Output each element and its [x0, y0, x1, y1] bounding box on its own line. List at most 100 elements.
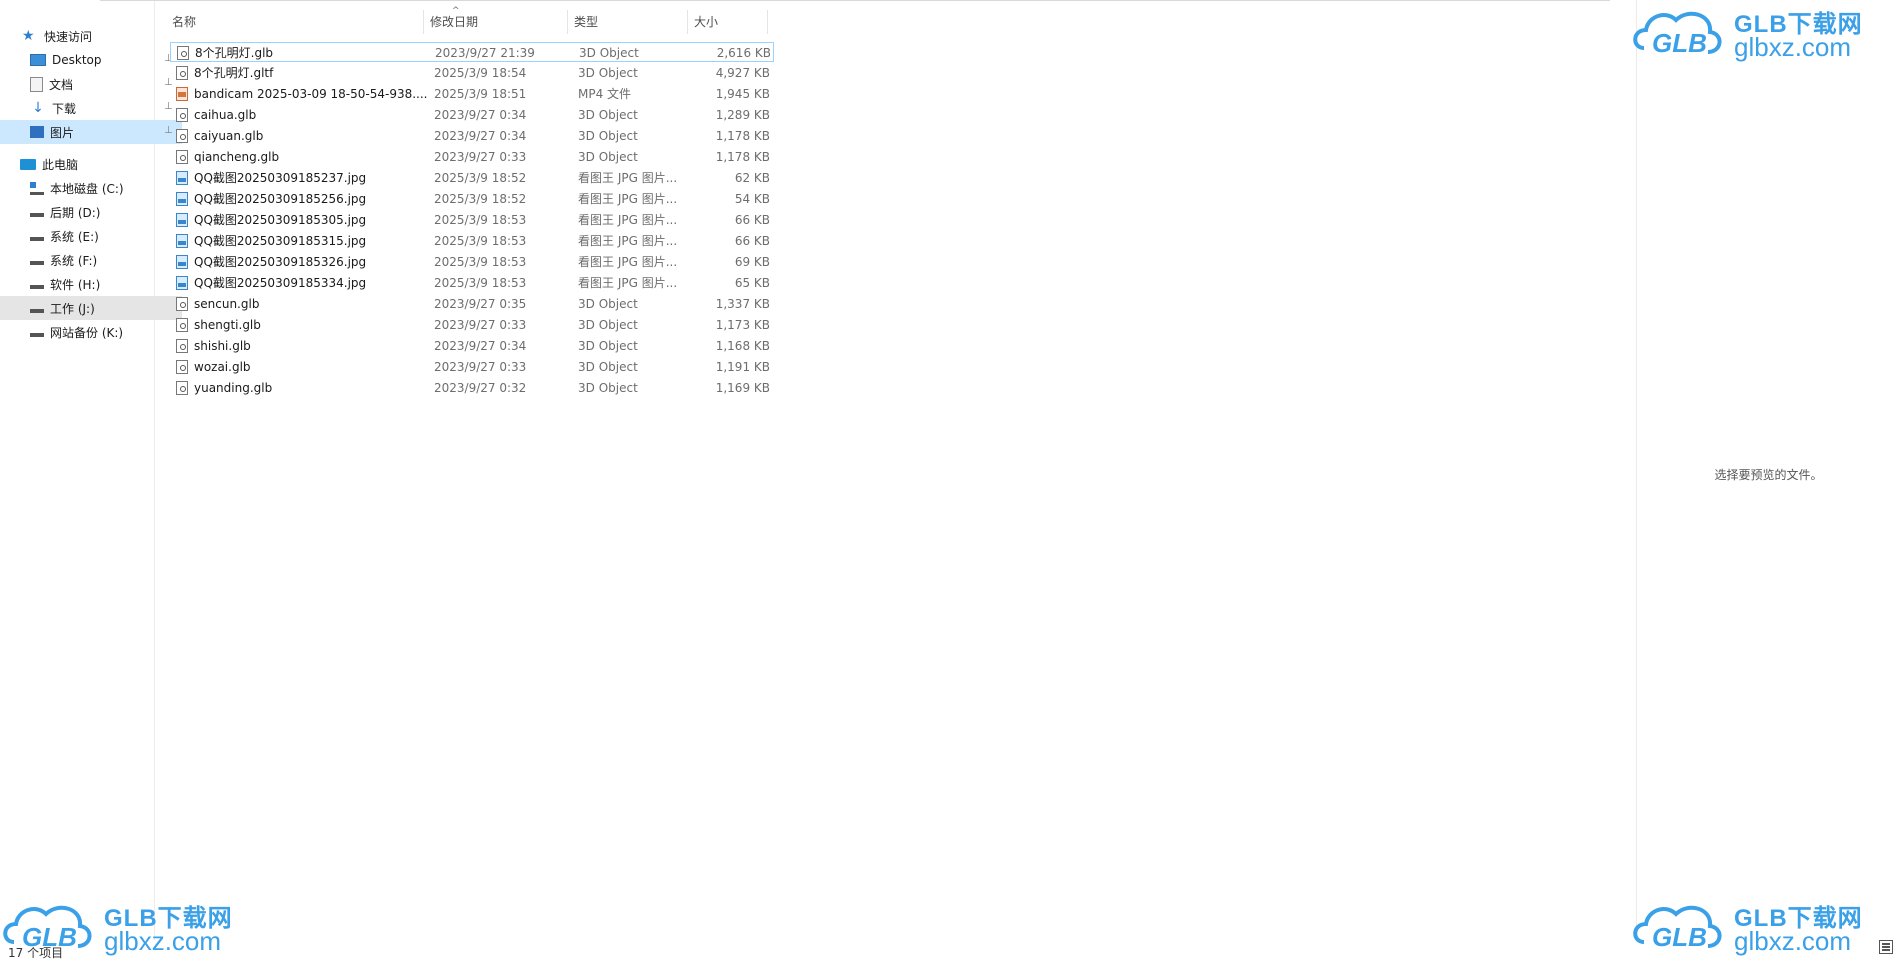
file-date: 2025/3/9 18:53: [434, 255, 527, 269]
jpg-file-icon: [176, 276, 188, 290]
column-header-name[interactable]: 名称: [166, 10, 424, 34]
file-row[interactable]: QQ截图20250309185237.jpg 2025/3/9 18:52 看图王 …: [170, 168, 774, 188]
file-name: QQ截图20250309185334.jpg: [194, 276, 367, 290]
file-type: 3D Object: [578, 297, 638, 311]
file-type: 3D Object: [578, 381, 638, 395]
jpg-file-icon: [176, 255, 188, 269]
file-size: 1,168 KB: [715, 339, 770, 353]
file-size: 1,178 KB: [715, 150, 770, 164]
nav-item-label: 文档: [49, 77, 74, 92]
nav-item-label: 网站备份 (K:): [50, 325, 124, 340]
file-type: 看图王 JPG 图片...: [578, 276, 678, 290]
3d-object-file-icon: [176, 66, 188, 80]
file-row[interactable]: caiyuan.glb 2023/9/27 0:34 3D Object 1,178 …: [170, 126, 774, 146]
preview-pane: 选择要预览的文件。: [1636, 0, 1899, 940]
file-name: QQ截图20250309185326.jpg: [194, 255, 367, 269]
file-row[interactable]: shishi.glb 2023/9/27 0:34 3D Object 1,168 K…: [170, 336, 774, 356]
file-date: 2023/9/27 0:33: [434, 318, 527, 332]
file-row[interactable]: caihua.glb 2023/9/27 0:34 3D Object 1,289 K…: [170, 105, 774, 125]
file-date: 2025/3/9 18:52: [434, 171, 527, 185]
file-name: qiancheng.glb: [194, 150, 280, 164]
nav-item-label: 软件 (H:): [50, 277, 101, 292]
file-name: wozai.glb: [194, 360, 251, 374]
column-header-date[interactable]: 修改日期: [424, 10, 568, 34]
file-size: 4,927 KB: [715, 66, 770, 80]
nav-item-drive-c[interactable]: 本地磁盘 (C:): [0, 176, 182, 200]
file-date: 2023/9/27 0:35: [434, 297, 527, 311]
cloud-logo-icon: GLB: [1633, 905, 1722, 952]
3d-object-file-icon: [176, 150, 188, 164]
nav-item-documents[interactable]: 文档 ⊥: [0, 72, 182, 96]
nav-item-drive-j[interactable]: 工作 (J:): [0, 296, 182, 320]
file-row[interactable]: yuanding.glb 2023/9/27 0:32 3D Object 1,169…: [170, 378, 774, 398]
watermark-bottom-right: GLB GLB下载网 glbxz.com: [1630, 898, 1899, 958]
3d-object-file-icon: [176, 129, 188, 143]
nav-item-quick-access[interactable]: ★ 快速访问: [0, 24, 174, 48]
star-icon: ★: [22, 28, 35, 44]
jpg-file-icon: [176, 213, 188, 227]
file-row[interactable]: wozai.glb 2023/9/27 0:33 3D Object 1,191 KB: [170, 357, 774, 377]
file-row[interactable]: QQ截图20250309185315.jpg 2025/3/9 18:53 看图王 …: [170, 231, 774, 251]
desktop-icon: [30, 54, 46, 66]
file-name: yuanding.glb: [194, 381, 273, 395]
file-type: 3D Object: [579, 46, 639, 60]
column-header-type[interactable]: 类型: [568, 10, 688, 34]
nav-item-downloads[interactable]: ↓ 下载 ⊥: [0, 96, 182, 120]
file-size: 62 KB: [734, 171, 770, 185]
file-row[interactable]: 8个孔明灯.gltf 2025/3/9 18:54 3D Object 4,927 K…: [170, 63, 774, 83]
file-name: QQ截图20250309185237.jpg: [194, 171, 367, 185]
file-row[interactable]: QQ截图20250309185256.jpg 2025/3/9 18:52 看图王 …: [170, 189, 774, 209]
file-list[interactable]: 名称 ^ 修改日期 类型 大小 8个孔明灯.glb 2023/9/27 21:39…: [156, 0, 1636, 940]
system-drive-icon: [30, 181, 44, 195]
file-row[interactable]: bandicam 2025-03-09 18-50-54-938.... 2025…: [170, 84, 774, 104]
file-size: 1,945 KB: [715, 87, 770, 101]
nav-item-label: Desktop: [52, 53, 102, 67]
file-date: 2025/3/9 18:54: [434, 66, 527, 80]
drive-icon: [30, 261, 44, 265]
nav-item-label: 快速访问: [44, 29, 93, 44]
file-type: 看图王 JPG 图片...: [578, 234, 678, 248]
3d-object-file-icon: [176, 108, 188, 122]
file-size: 1,169 KB: [715, 381, 770, 395]
picture-icon: [30, 126, 44, 138]
file-name: 8个孔明灯.gltf: [194, 66, 274, 80]
file-date: 2023/9/27 0:34: [434, 339, 527, 353]
file-row[interactable]: QQ截图20250309185305.jpg 2025/3/9 18:53 看图王 …: [170, 210, 774, 230]
file-name: 8个孔明灯.glb: [195, 46, 274, 60]
nav-item-pictures[interactable]: 图片 ⊥: [0, 120, 182, 144]
download-icon: ↓: [32, 100, 44, 116]
svg-text:GLB: GLB: [1652, 922, 1707, 952]
nav-item-drive-k[interactable]: 网站备份 (K:): [0, 320, 182, 344]
file-type: 3D Object: [578, 66, 638, 80]
watermark-domain: glbxz.com: [1734, 32, 1852, 62]
jpg-file-icon: [176, 192, 188, 206]
file-name: QQ截图20250309185256.jpg: [194, 192, 367, 206]
file-row[interactable]: QQ截图20250309185334.jpg 2025/3/9 18:53 看图王 …: [170, 273, 774, 293]
file-type: 3D Object: [578, 360, 638, 374]
watermark-domain: glbxz.com: [104, 926, 222, 956]
file-type: 3D Object: [578, 339, 638, 353]
file-type: MP4 文件: [578, 87, 632, 101]
3d-object-file-icon: [176, 360, 188, 374]
file-row[interactable]: shengti.glb 2023/9/27 0:33 3D Object 1,173 …: [170, 315, 774, 335]
nav-item-drive-d[interactable]: 后期 (D:): [0, 200, 182, 224]
watermark-top-right: GLB GLB下载网 glbxz.com: [1630, 4, 1899, 64]
file-row[interactable]: 8个孔明灯.glb 2023/9/27 21:39 3D Object 2,616 K…: [170, 42, 774, 62]
file-row[interactable]: QQ截图20250309185326.jpg 2025/3/9 18:53 看图王 …: [170, 252, 774, 272]
nav-item-drive-h[interactable]: 软件 (H:): [0, 272, 182, 296]
file-size: 66 KB: [734, 213, 770, 227]
file-date: 2023/9/27 0:34: [434, 129, 527, 143]
nav-item-drive-f[interactable]: 系统 (F:): [0, 248, 182, 272]
nav-item-label: 下载: [52, 101, 77, 116]
preview-message: 选择要预览的文件。: [1714, 468, 1823, 482]
file-row[interactable]: sencun.glb 2023/9/27 0:35 3D Object 1,337 K…: [170, 294, 774, 314]
file-size: 1,173 KB: [715, 318, 770, 332]
drive-icon: [30, 285, 44, 289]
nav-item-this-pc[interactable]: 此电脑: [0, 152, 172, 176]
nav-item-drive-e[interactable]: 系统 (E:): [0, 224, 182, 248]
file-row[interactable]: qiancheng.glb 2023/9/27 0:33 3D Object 1,17…: [170, 147, 774, 167]
column-header-size[interactable]: 大小: [688, 10, 768, 34]
file-name: caiyuan.glb: [194, 129, 264, 143]
nav-item-desktop[interactable]: Desktop ⊥: [0, 48, 182, 72]
file-date: 2025/3/9 18:52: [434, 192, 527, 206]
